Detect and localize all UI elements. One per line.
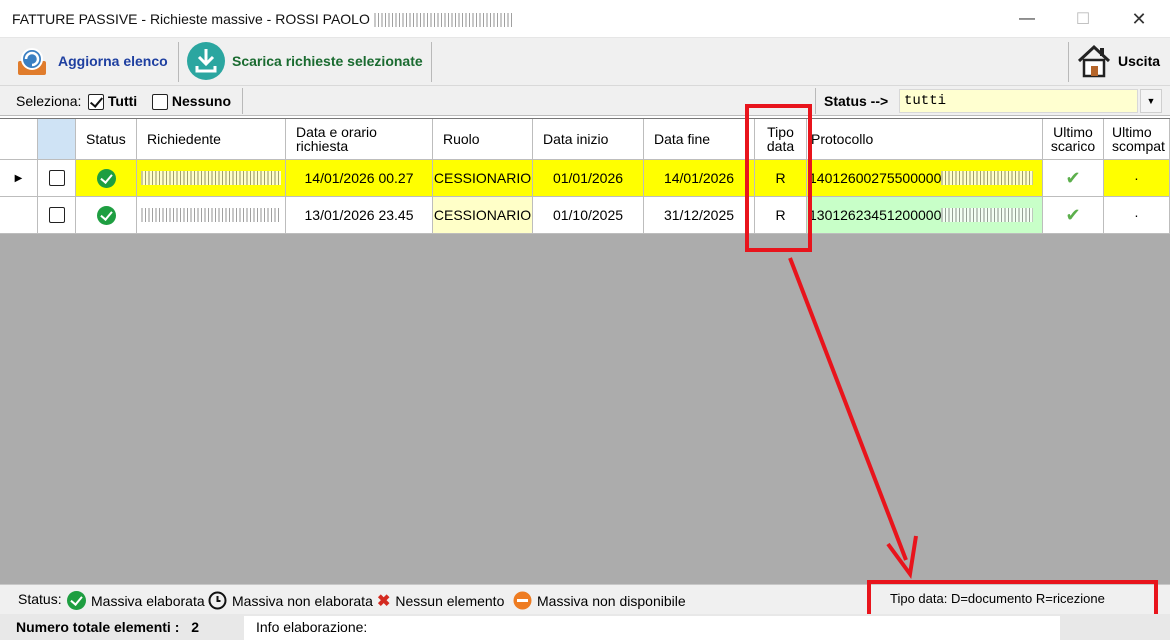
legend-non-elaborata: Massiva non elaborata	[208, 591, 373, 610]
annotation-arrow	[788, 257, 918, 580]
clock-icon	[208, 591, 227, 610]
legend-non-disponibile-label: Massiva non disponibile	[537, 592, 686, 609]
legend-elaborata-label: Massiva elaborata	[91, 592, 205, 609]
total-count-label: Numero totale elementi :	[16, 619, 180, 635]
status-ok-icon	[67, 591, 86, 610]
legend-non-elaborata-label: Massiva non elaborata	[232, 592, 373, 609]
legend-non-disponibile: Massiva non disponibile	[513, 591, 686, 610]
total-count: Numero totale elementi : 2	[16, 619, 199, 635]
red-x-icon: ✖	[377, 593, 391, 610]
legend-label: Status:	[18, 591, 62, 607]
legend-elaborata: Massiva elaborata	[67, 591, 205, 610]
minus-circle-icon	[513, 591, 532, 610]
annotation-box-legend	[867, 580, 1158, 618]
legend-nessun-elemento: ✖ Nessun elemento	[377, 591, 504, 611]
info-label: Info elaborazione:	[256, 619, 368, 635]
info-panel: Info elaborazione:	[244, 616, 1060, 640]
total-count-value: 2	[191, 619, 200, 635]
status-bar: Numero totale elementi : 2 Info elaboraz…	[0, 614, 1170, 640]
legend-nessun-elemento-label: Nessun elemento	[395, 593, 505, 609]
